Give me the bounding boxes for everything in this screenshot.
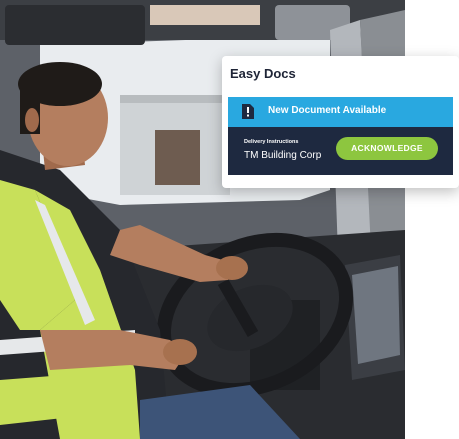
easy-docs-notification: Easy Docs New Document Available Deliver…	[222, 56, 459, 188]
delivery-details-panel: Delivery Instructions TM Building Corp A…	[228, 127, 453, 175]
delivery-instructions-label: Delivery Instructions	[244, 139, 299, 145]
new-document-alert[interactable]: New Document Available	[228, 97, 453, 127]
hero-scene: Easy Docs New Document Available Deliver…	[0, 0, 459, 439]
document-alert-icon	[242, 104, 254, 119]
acknowledge-button[interactable]: ACKNOWLEDGE	[336, 137, 438, 160]
app-title: Easy Docs	[230, 66, 296, 81]
delivery-company-name: TM Building Corp	[244, 150, 322, 161]
alert-text: New Document Available	[268, 105, 387, 116]
